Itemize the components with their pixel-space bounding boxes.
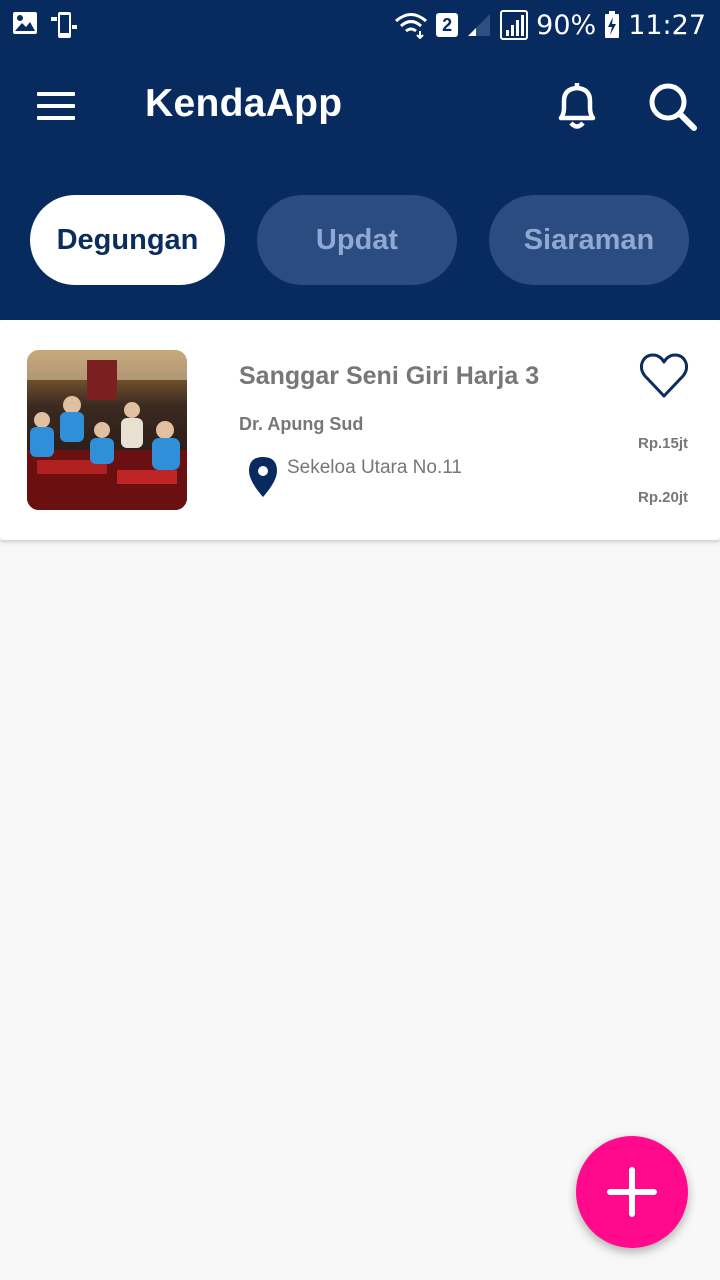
tab-siaraman[interactable]: Siaraman [489,195,689,285]
signal-icon [500,10,529,40]
signal-icon [468,14,491,36]
clock: 11:27 [628,9,706,41]
map-pin-icon [249,457,277,497]
plus-icon [607,1167,657,1217]
battery-percent: 90% [536,9,597,41]
tab-degungan[interactable]: Degungan [30,195,225,285]
price-min: Rp.15jt [637,435,688,452]
listing-address: Sekeloa Utara No.11 [287,457,462,478]
tab-updat[interactable]: Updat [257,195,457,285]
search-icon [649,83,697,131]
search-button[interactable] [644,78,702,136]
gallery-icon [13,12,37,34]
phone-sync-icon [51,12,77,38]
battery-charging-icon [605,11,620,38]
menu-icon-bar [37,92,75,96]
add-button[interactable] [576,1136,688,1248]
menu-icon-bar [37,104,75,108]
menu-button[interactable] [30,80,82,132]
menu-icon-bar [37,116,75,120]
listing-thumbnail [27,350,187,510]
bell-icon [558,83,596,129]
category-tabs: Degungan Updat Siaraman [0,162,720,320]
listing-owner: Dr. Apung Sud [239,414,364,434]
wifi-icon [395,13,428,39]
notifications-button[interactable] [548,78,606,136]
price-max: Rp.20jt [637,489,688,506]
listing-card[interactable]: Sanggar Seni Giri Harja 3 Dr. Apung Sud … [0,320,720,540]
listing-title: Sanggar Seni Giri Harja 3 [239,362,540,390]
sim-badge-label: 2 [442,14,453,35]
app-title: KendaApp [145,82,343,125]
sim-badge: 2 [436,13,459,37]
heart-icon[interactable] [638,350,690,402]
app-bar: KendaApp [0,50,720,162]
status-bar: 2 90% 11:27 [0,0,720,50]
